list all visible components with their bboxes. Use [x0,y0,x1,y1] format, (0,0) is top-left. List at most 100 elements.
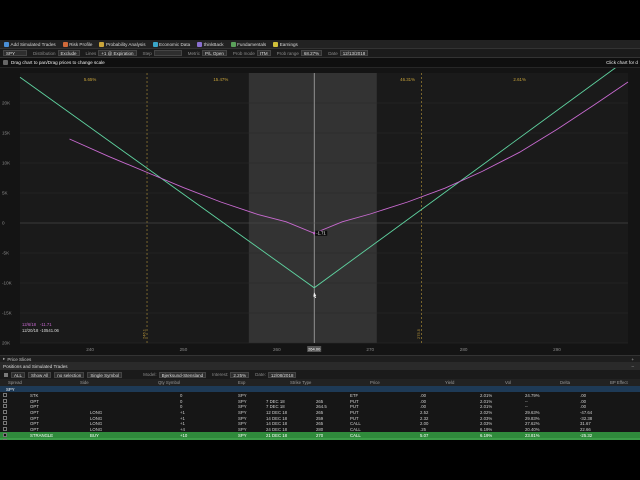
setting-label: Date [328,50,338,56]
row-checkbox[interactable] [3,398,7,403]
fundamentals-icon [230,41,236,47]
toolbar-item-risk-profile[interactable]: Risk Profile [62,41,92,47]
current-value-label: -1.71 [316,231,326,236]
column-header[interactable]: Delta [560,379,570,386]
toolbar-item-label: Probability Analysis [105,41,146,47]
simulated-trade-row[interactable]: BUY +10 SPY 21 DEC 18 257 PUT DEBIT 6.19% 26.21% [0,438,640,440]
row-checkbox[interactable] [3,392,7,397]
interest-label: Interest: [212,372,229,377]
setting-label: Prob range [276,50,299,56]
y-tick-label: 10K [2,161,11,166]
drag-icon [3,60,8,65]
hint-bar: Drag chart to pan/Drag prices to change … [0,58,640,68]
y-tick-label: -15K [2,311,13,316]
date-field[interactable]: 12/08/2018 [267,371,297,378]
column-header[interactable]: Exp [238,379,245,386]
spot-price-label: 264.00 [308,347,321,352]
group-label: SPY [6,386,15,392]
positions-table: SPY STK 0 SPY ETF .00 2.01% 24.79% .00 OPT 0 SPY 7 D… [0,386,640,440]
column-header[interactable]: Vol [505,379,511,386]
setting-label: Distribution [33,50,56,56]
setting-label: Step [142,50,152,56]
y-tick-label: 0 [2,221,5,226]
column-header[interactable]: Side [80,379,89,386]
y-tick-label: -10K [2,281,13,286]
cell-price: DEBIT [420,439,433,440]
positions-filter[interactable]: Single Symbol [87,371,123,378]
readout-date-current: 12/6/18 [22,322,37,327]
y-tick-label: 5K [2,191,9,196]
probability-label: 46.31% [400,77,415,82]
model-select[interactable]: Bjerksund-Stensland [158,371,207,378]
toolbar-item-earnings[interactable]: Earnings [273,41,298,47]
toolbar-item-label: thinkBack [203,41,224,47]
cell-type: PUT [350,439,359,440]
column-header[interactable]: Price [370,379,380,386]
add-icon[interactable]: + [631,357,634,362]
row-checkbox[interactable] [3,432,7,437]
settings-bar: SPY Distribution Exclude Lines +1 @ Expirat… [0,49,640,58]
column-header[interactable]: Strike Type [290,379,311,386]
toolbar-item-economic-data[interactable]: Economic Data [152,41,190,47]
setting-value[interactable]: ITM [256,50,271,56]
column-header[interactable]: Spread [8,379,22,386]
date-label: Date: [255,372,266,377]
setting-value[interactable]: P/L Open [202,50,227,56]
setting-value[interactable]: +1 @ Expiration [98,50,137,56]
setting-label: Metric [187,50,201,56]
price-slices-label: Price Slices [7,356,32,362]
hint-left: Drag chart to pan/Drag prices to change … [11,60,105,65]
cell-qty: +10 [180,439,187,440]
interest-field[interactable]: 2.25% [230,371,250,378]
x-tick-label: 260 [273,347,281,352]
filter-icon [4,372,8,377]
y-tick-label: 20K [2,101,11,106]
row-checkbox[interactable] [3,404,7,409]
row-checkbox[interactable] [3,410,7,415]
current-pl-marker [312,232,316,235]
settings-controls: Distribution Exclude Lines +1 @ Expiration S… [30,50,371,56]
y-tick-label: 20K [2,341,11,346]
probability-label: 5.65% [84,77,97,82]
cell-exp: 21 DEC 18 [266,439,287,440]
y-tick-label: 15K [2,131,11,136]
setting-value[interactable]: Exclude [57,50,80,56]
symbol-field[interactable]: SPY [3,50,27,56]
x-tick-label: 250 [180,347,188,352]
plus-icon [4,41,9,47]
x-tick-label: 290 [553,347,561,352]
column-header[interactable]: BP Effect [610,379,628,386]
boundary-label: 275.5 [416,328,421,339]
toolbar-item-label: Add Simulated Trades [10,41,56,47]
toolbar-item-thinkback[interactable]: thinkBack [197,41,224,47]
x-tick-label: 240 [86,347,94,352]
row-checkbox[interactable] [3,438,7,440]
y-tick-label: -5K [2,251,10,256]
positions-filter[interactable]: ALL [11,371,26,378]
probability-icon [99,41,105,47]
probability-label: 15.47% [213,77,228,82]
setting-label: Prob mode [232,50,255,56]
positions-filter[interactable]: no selection [54,371,85,378]
setting-value[interactable] [153,50,182,56]
thinkback-icon [197,41,203,47]
row-checkbox[interactable] [3,415,7,420]
toolbar-item-fundamentals[interactable]: Fundamentals [230,41,266,47]
economic-data-icon [152,41,158,47]
setting-value[interactable]: 12/13/2018 [339,50,369,56]
row-checkbox[interactable] [3,421,7,426]
toolbar-item-probability[interactable]: Probability Analysis [99,41,146,47]
risk-profile-chart[interactable]: 20K 15K 10K 5K 0 -5K -10K -15K 20K 240 250 260 270 28… [0,68,640,355]
readout-value-expiration: -10541.06 [40,328,60,333]
positions-filter[interactable]: Show All [28,371,52,378]
positions-header[interactable]: Positions and Simulated Trades – [0,362,640,370]
app-window: Add Simulated Trades Risk Profile Probabil… [0,40,640,440]
toolbar-item-plus[interactable]: Add Simulated Trades [4,41,56,47]
column-header[interactable]: Qty Symbol [158,379,180,386]
row-checkbox[interactable] [3,427,7,432]
price-slices-bar[interactable]: ▸ Price Slices + [0,355,640,362]
setting-value[interactable]: 68.27% [300,50,323,56]
toolbar-item-label: Earnings [279,41,298,47]
column-header[interactable]: Yield [445,379,454,386]
collapse-icon[interactable]: – [631,364,634,369]
